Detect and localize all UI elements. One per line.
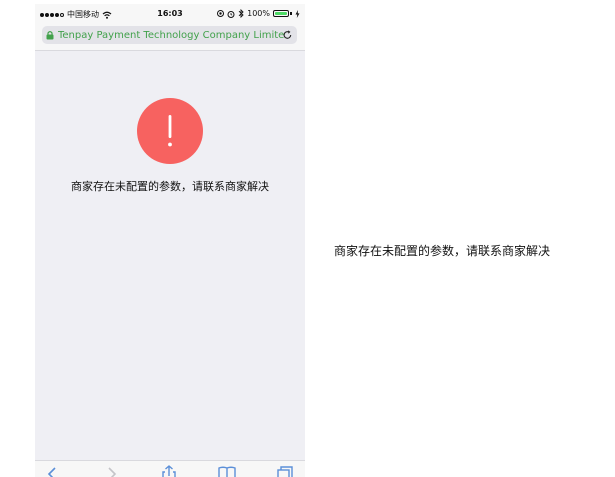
battery-icon — [273, 10, 292, 17]
alarm-icon — [227, 10, 235, 18]
error-message: 商家存在未配置的参数，请联系商家解决 — [71, 180, 269, 193]
share-icon[interactable] — [159, 465, 179, 477]
location-icon — [217, 10, 225, 17]
error-warning-icon — [137, 98, 203, 164]
reload-icon[interactable] — [282, 29, 293, 41]
bluetooth-icon — [238, 9, 244, 18]
browser-top-chrome: 中国移动 16:03 100% Tenpay Payment Technolog… — [35, 4, 305, 51]
browser-toolbar — [35, 460, 305, 477]
side-caption: 商家存在未配置的参数，请联系商家解决 — [334, 244, 551, 258]
lock-icon — [46, 31, 54, 40]
back-icon[interactable] — [43, 465, 63, 477]
address-bar[interactable]: Tenpay Payment Technology Company Limite… — [42, 26, 297, 44]
status-bar: 中国移动 16:03 100% — [35, 4, 305, 24]
exclamation-icon — [168, 115, 172, 147]
battery-percent: 100% — [247, 9, 270, 18]
tabs-icon[interactable] — [275, 465, 295, 477]
phone-screen: 中国移动 16:03 100% Tenpay Payment Technolog… — [35, 4, 305, 477]
bookmarks-icon[interactable] — [217, 465, 237, 477]
battery-fill — [275, 12, 287, 15]
status-right: 100% — [217, 9, 300, 18]
url-text[interactable]: Tenpay Payment Technology Company Limite… — [58, 30, 284, 41]
charging-icon — [295, 9, 300, 18]
forward-icon[interactable] — [101, 465, 121, 477]
